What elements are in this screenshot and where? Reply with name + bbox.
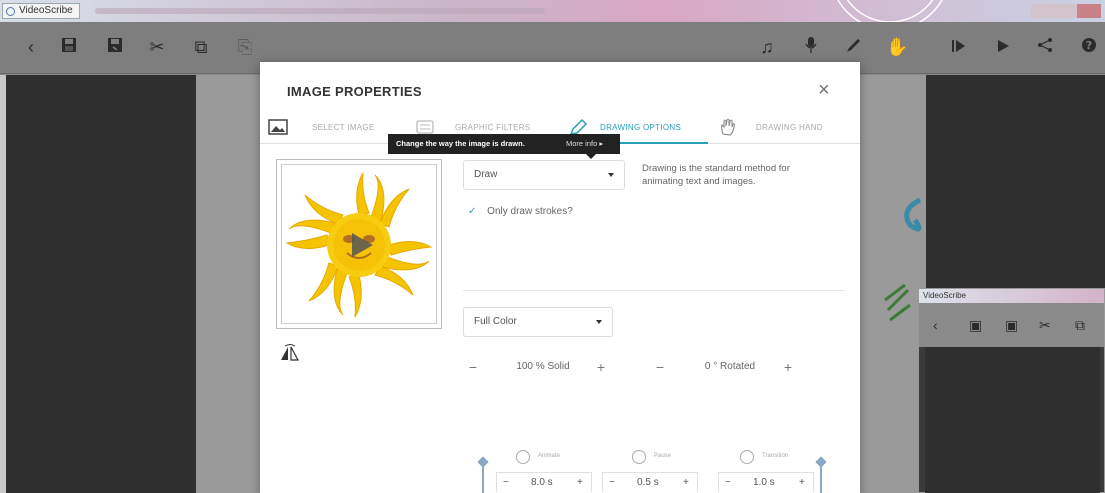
opacity-value[interactable]: 100 % Solid (493, 356, 593, 378)
transition-label: Transition (762, 453, 789, 459)
transition-decrease-button[interactable]: − (725, 473, 731, 493)
hand-icon (721, 118, 735, 136)
transition-clock-icon (740, 450, 754, 464)
window-title-blurred (95, 8, 545, 14)
timing-controls: Animate − 8.0 s + Pause − 0.5 s + Transi… (482, 446, 822, 493)
dialog-title: IMAGE PROPERTIES (287, 84, 422, 99)
pause-clock-icon (632, 450, 646, 464)
left-dark-panel (6, 75, 196, 493)
share-icon[interactable] (1034, 36, 1056, 58)
back-icon[interactable]: ‹ (20, 36, 42, 58)
music-icon[interactable]: ♫ (756, 36, 778, 58)
window-close-button[interactable] (1077, 4, 1101, 18)
pen-icon[interactable] (842, 36, 864, 58)
microphone-icon[interactable] (800, 36, 822, 58)
sun-image (285, 172, 433, 318)
pause-increase-button[interactable]: + (683, 473, 689, 493)
checkmark-icon: ✓ (468, 206, 477, 217)
flip-image-icon[interactable] (279, 344, 301, 362)
save-icon[interactable] (58, 36, 80, 58)
image-properties-dialog: IMAGE PROPERTIES × SELECT IMAGE GRAPHIC … (260, 62, 860, 493)
animate-time-value[interactable]: 8.0 s (531, 473, 553, 493)
svg-text:?: ? (1086, 39, 1092, 52)
chevron-down-icon (596, 320, 602, 324)
draw-mode-select[interactable]: Draw (463, 160, 625, 190)
transition-time-value[interactable]: 1.0 s (753, 473, 775, 493)
hand-icon[interactable]: ✋ (886, 36, 908, 58)
copy-icon[interactable]: ⧉ (190, 36, 212, 58)
tab-select-image[interactable]: SELECT IMAGE (268, 114, 388, 144)
play-icon[interactable] (992, 36, 1014, 58)
app-tab-label: VideoScribe (19, 5, 73, 16)
rotation-increase-button[interactable]: + (778, 356, 798, 378)
tooltip-more-info-link[interactable]: More info ▸ (566, 134, 603, 154)
tooltip-arrow (586, 154, 596, 159)
pause-decrease-button[interactable]: − (609, 473, 615, 493)
dialog-close-button[interactable]: × (818, 80, 830, 100)
opacity-increase-button[interactable]: + (591, 356, 611, 378)
animate-increase-button[interactable]: + (577, 473, 583, 493)
transition-time-stepper: − 1.0 s + (718, 472, 814, 492)
color-mode-select[interactable]: Full Color (463, 307, 613, 337)
save-as-icon[interactable] (104, 36, 126, 58)
mini-window-toolbar: ‹ ▣ ▣ ✂ ⧉ (919, 303, 1104, 347)
app-icon (6, 7, 15, 16)
draw-mode-value: Draw (474, 169, 498, 180)
tab-label: DRAWING HAND (756, 123, 823, 132)
drawing-options-tooltip: Change the way the image is drawn. More … (388, 134, 620, 159)
window-titlebar: VideoScribe (0, 0, 1105, 31)
window-controls[interactable] (1031, 4, 1101, 18)
color-mode-value: Full Color (474, 316, 517, 327)
mini-save-icon[interactable]: ▣ (969, 317, 982, 334)
tab-label: DRAWING OPTIONS (600, 123, 682, 132)
play-from-icon[interactable] (948, 36, 970, 58)
chevron-down-icon (608, 173, 614, 177)
pause-label: Pause (654, 453, 672, 459)
animate-decrease-button[interactable]: − (503, 473, 509, 493)
tab-label: GRAPHIC FILTERS (455, 123, 531, 132)
only-draw-strokes-checkbox[interactable]: ✓ Only draw strokes? (468, 206, 573, 217)
mini-window[interactable]: VideoScribe ‹ ▣ ▣ ✂ ⧉ (918, 288, 1105, 493)
mini-save-as-icon[interactable]: ▣ (1005, 317, 1018, 334)
mini-window-canvas (925, 347, 1100, 493)
mini-cut-icon[interactable]: ✂ (1039, 317, 1051, 334)
animate-label: Animate (538, 453, 561, 459)
image-preview-frame (276, 159, 442, 329)
animate-time-stepper: − 8.0 s + (496, 472, 592, 492)
pause-time-value[interactable]: 0.5 s (637, 473, 659, 493)
image-preview[interactable] (281, 164, 437, 324)
opacity-stepper: − 100 % Solid + (463, 356, 613, 378)
section-divider (463, 290, 845, 291)
mini-copy-icon[interactable]: ⧉ (1075, 317, 1085, 334)
pause-time-stepper: − 0.5 s + (602, 472, 698, 492)
opacity-decrease-button[interactable]: − (463, 356, 483, 378)
image-icon (268, 119, 288, 135)
help-icon[interactable]: ? (1078, 36, 1100, 58)
tab-drawing-hand[interactable]: DRAWING HAND (718, 114, 858, 144)
paste-icon[interactable]: ⎘ (234, 36, 256, 58)
cut-icon[interactable]: ✂ (146, 36, 168, 58)
transition-increase-button[interactable]: + (799, 473, 805, 493)
draw-mode-description: Drawing is the standard method for anima… (642, 163, 790, 187)
rotation-value[interactable]: 0 ° Rotated (680, 356, 780, 378)
timeline-end-handle[interactable] (820, 462, 822, 493)
rotation-decrease-button[interactable]: − (650, 356, 670, 378)
rotation-stepper: − 0 ° Rotated + (650, 356, 800, 378)
app-tab[interactable]: VideoScribe (2, 3, 80, 19)
mini-back-icon[interactable]: ‹ (933, 317, 938, 333)
mini-window-title: VideoScribe (919, 289, 1104, 303)
tooltip-text: Change the way the image is drawn. (396, 139, 525, 148)
timeline-start-handle[interactable] (482, 462, 484, 493)
tab-label: SELECT IMAGE (312, 123, 375, 132)
animate-clock-icon (516, 450, 530, 464)
only-draw-strokes-label: Only draw strokes? (487, 206, 573, 217)
